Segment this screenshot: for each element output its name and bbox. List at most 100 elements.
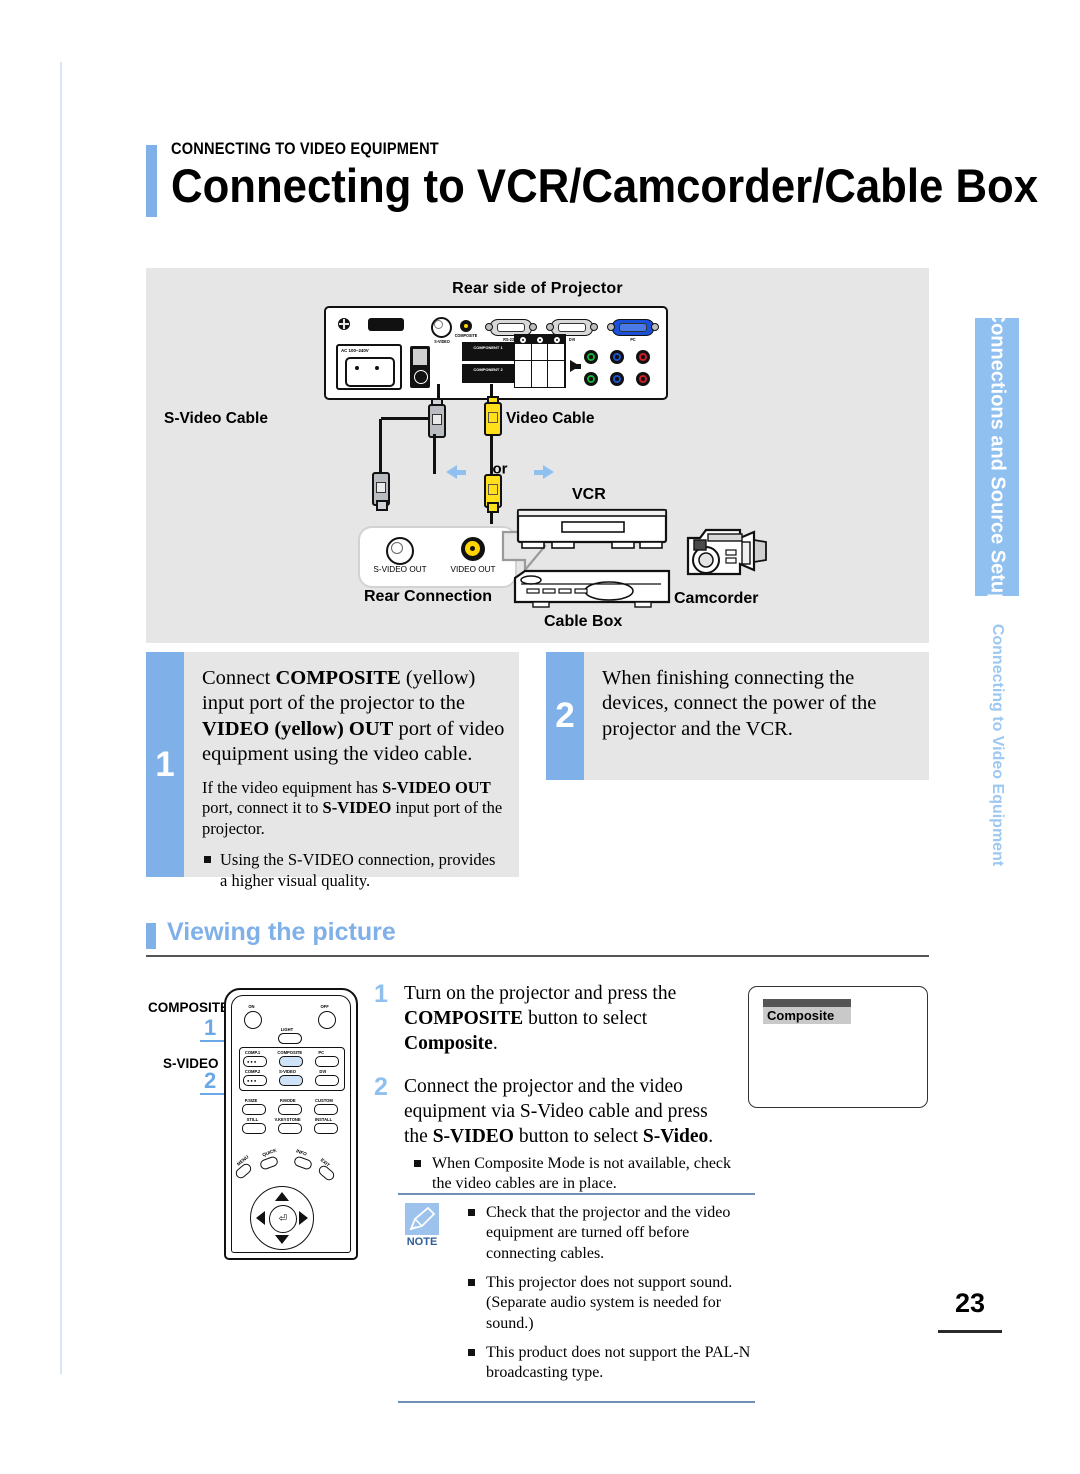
step-2-number: 2 [555,696,575,735]
video-cable-label: Video Cable [506,410,595,427]
remote-comp2-button[interactable]: ●●● [243,1075,267,1086]
manual-page: CONNECTING TO VIDEO EQUIPMENT Connecting… [0,0,1080,1474]
remote-label-pc: PC [318,1050,325,1055]
remote-label-composite: COMPOSITE [277,1050,303,1055]
viewing-instruction-1-text: Turn on the projector and press the COMP… [404,983,677,1054]
cable-box-illustration [511,568,673,614]
component2-pb-jack [610,372,624,386]
port-label-s-video: S-VIDEO [433,339,450,344]
note-label: NOTE [406,1236,438,1248]
note-top-rule [398,1193,755,1195]
callout-number-s-video: 2 [204,1068,217,1093]
remote-label-custom: CUSTOM [314,1098,333,1103]
jack-label-video-out: VIDEO OUT [450,565,496,574]
remote-label-off: OFF [320,1004,329,1009]
note-bottom-rule [398,1400,755,1403]
callout-number-composite: 1 [204,1015,217,1040]
remote-install-button[interactable] [314,1123,338,1134]
video-cable-plug-top [484,402,502,436]
section-side-tab: Connecting to Video Equipment [975,610,1019,880]
note-icon-group: NOTE [400,1203,444,1248]
viewing-instruction-2-text: Connect the projector and the video equi… [404,1075,714,1147]
component1-y-jack [584,350,598,364]
dpad-down-icon[interactable] [275,1235,289,1244]
chapter-side-tab-label: Connections and Source Setup [986,308,1009,606]
remote-label-psize: P.SIZE [244,1098,258,1103]
camcorder-label: Camcorder [674,590,759,607]
or-indicator: or [446,456,554,482]
viewing-instruction-2: 2 Connect the projector and the video eq… [374,1073,734,1194]
dpad-left-icon[interactable] [256,1211,265,1225]
pc-connector-icon [607,319,659,336]
remote-function-group: P.SIZE P.MODE CUSTOM STILL V.KEYSTONE IN… [239,1096,343,1138]
power-switch-icon [410,346,430,388]
remote-label-pmode: P.MODE [279,1098,296,1103]
port-pc: PC [607,319,659,342]
remote-label-s-video: S-VIDEO [278,1069,296,1074]
viewing-heading: Viewing the picture [167,918,396,946]
component-grid [514,334,566,388]
remote-dpad[interactable] [250,1186,314,1250]
s-video-cable-plug-top [428,404,446,438]
remote-still-button[interactable] [242,1123,266,1134]
remote-label-install: INSTALL [314,1117,333,1122]
or-label: or [492,460,508,478]
port-label-pc: PC [630,337,636,342]
vcr-label: VCR [572,486,606,503]
rear-s-video-out-jack: S-VIDEO OUT [373,537,427,574]
s-video-cable-label: S-Video Cable [164,410,268,427]
dpad-up-icon[interactable] [275,1192,289,1201]
osd-title-bar [763,999,851,1007]
remote-dvi-button[interactable] [315,1075,339,1086]
step-2: 2 When finishing connecting the devices,… [546,652,929,780]
dpad-right-icon[interactable] [299,1211,308,1225]
remote-pc-button[interactable] [315,1056,339,1067]
step-1: 1 Connect COMPOSITE (yellow) input port … [146,652,519,890]
header-accent-bar [146,145,157,217]
remote-label-on: ON [248,1004,255,1009]
screw-icon [338,318,350,330]
remote-custom-button[interactable] [314,1104,338,1115]
callout-label-composite: COMPOSITE [148,1000,230,1015]
arrow-right-icon [534,465,554,479]
viewing-instruction-1-number: 1 [374,980,388,1008]
component1-pr-jack [636,350,650,364]
note-item: This product does not support the PAL-N … [460,1343,755,1384]
viewing-instructions: 1 Turn on the projector and press the CO… [374,980,734,1212]
pencil-icon [405,1203,439,1235]
remote-power-on-button[interactable] [244,1011,262,1029]
step-1-sub-text: If the video equipment has S-VIDEO OUT p… [202,777,503,839]
connection-diagram: Rear side of Projector AC 100~240V S-VID… [146,268,929,643]
rear-video-out-jack: VIDEO OUT [450,537,496,574]
s-video-out-jack-icon [386,537,414,565]
step-1-number-badge: 1 [146,652,184,877]
component-arrow-icon [570,360,581,372]
viewing-rule [146,955,929,957]
remote-comp1-button[interactable]: ●●● [243,1056,267,1067]
remote-s-video-button[interactable] [279,1075,303,1086]
remote-power-off-button[interactable] [318,1011,336,1029]
note-items: Check that the projector and the video e… [460,1193,755,1384]
remote-light-button[interactable] [278,1033,302,1044]
osd-source-label: Composite [763,1007,851,1024]
page-number: 23 [954,1288,986,1318]
component-table: COMPONENT 1 COMPONENT 2 [462,334,566,388]
remote-pmode-button[interactable] [278,1104,302,1115]
step-1-main-text: Connect COMPOSITE (yellow) input port of… [202,667,505,766]
remote-source-group: COMP.1 ●●● COMPOSITE PC COMP.2 ●●● S-VID… [239,1047,345,1091]
remote-composite-button[interactable] [279,1056,303,1067]
vcr-illustration [516,508,668,552]
step-2-main-text: When finishing connecting the devices, c… [602,667,877,740]
remote-psize-button[interactable] [242,1104,266,1115]
projector-rear-panel: AC 100~240V S-VIDEO COMPOSITE RS-232C DV… [324,306,668,400]
note-item: This projector does not support sound. (… [460,1273,755,1334]
remote-vkeystone-button[interactable] [278,1123,302,1134]
remote-enter-button[interactable] [269,1205,297,1233]
section-kicker: CONNECTING TO VIDEO EQUIPMENT [171,139,439,158]
ac-socket-label: AC 100~240V [341,348,369,353]
port-label-composite: COMPOSITE [454,333,478,338]
rear-connection-bubble: S-VIDEO OUT VIDEO OUT [358,526,517,588]
cable-box-label: Cable Box [544,613,623,630]
port-label-dvi: DVI [568,337,576,342]
osd-preview: Composite [748,986,928,1108]
